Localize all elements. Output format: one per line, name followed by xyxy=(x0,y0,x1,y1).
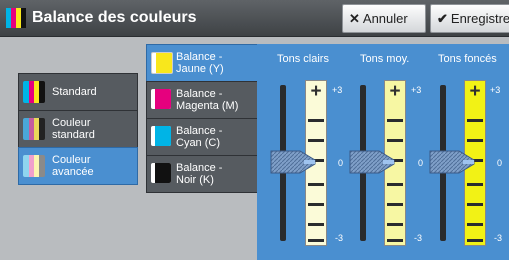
slider-shadows-mid: 0 xyxy=(497,158,503,168)
color-balance-icon xyxy=(6,8,26,28)
mode-standard-color-label: Couleur standard xyxy=(52,117,95,141)
mode-standard-button[interactable]: Standard xyxy=(18,73,138,111)
plus-icon: + xyxy=(389,81,401,102)
plus-icon: + xyxy=(469,81,481,102)
advanced-color-swatch-icon xyxy=(23,155,45,177)
slider-highlights-min: -3 xyxy=(335,233,344,243)
cancel-button[interactable]: ✕ Annuler xyxy=(342,4,426,33)
channel-black-button[interactable]: Balance - Noir (K) xyxy=(146,155,259,193)
mode-standard-color-button[interactable]: Couleur standard xyxy=(18,110,138,148)
slider-midtones-thumb[interactable] xyxy=(349,150,395,174)
slider-shadows-min: -3 xyxy=(494,233,503,243)
channel-cyan-label: Balance - Cyan (C) xyxy=(176,125,223,149)
channel-magenta-label: Balance - Magenta (M) xyxy=(176,88,239,112)
slider-highlights-mid: 0 xyxy=(338,158,344,168)
standard-swatch-icon xyxy=(23,81,45,103)
channel-yellow-label: Balance - Jaune (Y) xyxy=(176,51,224,75)
slider-midtones-mid: 0 xyxy=(418,158,424,168)
channel-magenta-button[interactable]: Balance - Magenta (M) xyxy=(146,81,259,119)
save-button[interactable]: ✔ Enregistrer xyxy=(430,4,509,33)
close-icon: ✕ xyxy=(349,11,360,26)
slider-midtones-max: +3 xyxy=(411,85,422,95)
slider-shadows-max: +3 xyxy=(490,85,501,95)
slider-highlights-label: Tons clairs xyxy=(277,53,329,65)
title-bar: Balance des couleurs ✕ Annuler ✔ Enregistr… xyxy=(0,0,509,37)
yellow-swatch-icon xyxy=(151,52,173,74)
plus-icon: + xyxy=(310,81,322,102)
mode-advanced-color-button[interactable]: Couleur avancée xyxy=(18,147,138,185)
mode-advanced-color-label: Couleur avancée xyxy=(52,154,94,178)
channel-yellow-button[interactable]: Balance - Jaune (Y) xyxy=(146,44,259,82)
slider-highlights-max: +3 xyxy=(332,85,343,95)
cancel-label: Annuler xyxy=(362,11,408,26)
slider-highlights-thumb[interactable] xyxy=(270,150,316,174)
save-label: Enregistrer xyxy=(450,11,509,26)
slider-midtones-min: -3 xyxy=(414,233,423,243)
slider-shadows-thumb[interactable] xyxy=(429,150,475,174)
checkmark-icon: ✔ xyxy=(437,11,448,26)
magenta-swatch-icon xyxy=(151,89,171,109)
cyan-swatch-icon xyxy=(151,126,171,146)
standard-color-swatch-icon xyxy=(23,118,45,140)
black-swatch-icon xyxy=(151,163,171,183)
page-title: Balance des couleurs xyxy=(32,9,197,26)
mode-standard-label: Standard xyxy=(52,86,97,98)
channel-black-label: Balance - Noir (K) xyxy=(176,162,223,186)
channel-cyan-button[interactable]: Balance - Cyan (C) xyxy=(146,118,259,156)
slider-midtones-label: Tons moy. xyxy=(360,53,410,65)
slider-shadows-label: Tons foncés xyxy=(438,53,497,65)
